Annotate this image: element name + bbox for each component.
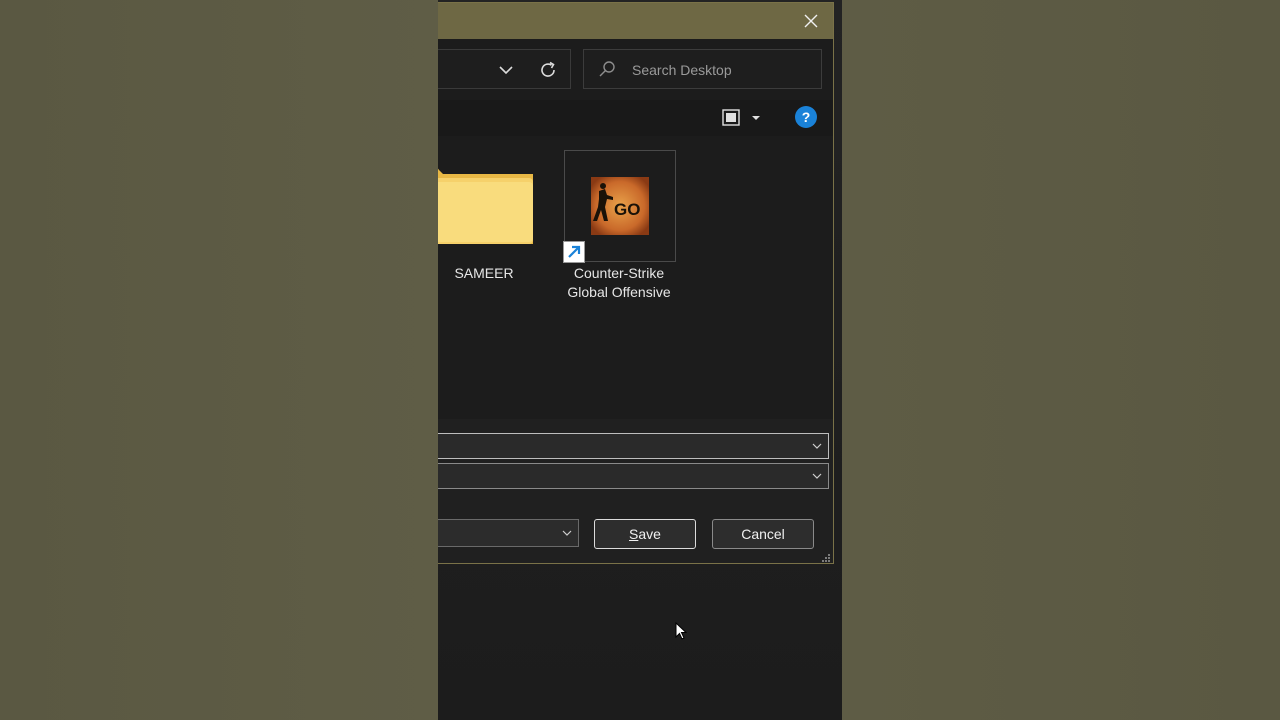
refresh-button[interactable] <box>537 59 559 81</box>
close-button[interactable] <box>799 9 823 33</box>
change-view-button[interactable] <box>721 108 765 128</box>
file-name-field[interactable] <box>438 433 829 459</box>
file-label-line2: Global Offensive <box>567 284 671 300</box>
chevron-down-icon <box>562 530 572 536</box>
encoding-select[interactable]: 3 <box>438 519 579 547</box>
csgo-badge-text: GO <box>614 200 640 219</box>
save-as-type-field[interactable] <box>438 463 829 489</box>
chevron-down-icon <box>499 66 513 75</box>
background-right <box>842 0 1280 720</box>
close-icon <box>804 14 818 28</box>
folder-icon <box>438 168 533 244</box>
search-icon <box>599 61 615 77</box>
file-item-sameer[interactable]: SAMEER <box>438 138 533 298</box>
cancel-button[interactable]: Cancel <box>712 519 814 549</box>
save-label-rest: ave <box>638 526 661 542</box>
file-label: SAMEER <box>454 265 514 281</box>
chevron-down-icon <box>812 473 822 479</box>
address-bar[interactable] <box>438 49 571 89</box>
address-dropdown-button[interactable] <box>495 59 517 81</box>
refresh-icon <box>541 61 555 77</box>
mouse-cursor-icon <box>675 622 687 640</box>
csgo-icon: GO <box>591 177 649 235</box>
help-button[interactable]: ? <box>795 106 817 128</box>
file-label: Counter-Strike Global Offensive <box>544 264 694 302</box>
save-dialog: ? SAMEER <box>438 2 834 564</box>
chevron-down-icon <box>812 443 822 449</box>
search-box[interactable] <box>583 49 822 89</box>
background-left <box>0 0 438 720</box>
file-item-counter-strike[interactable]: GO <box>563 150 676 263</box>
help-icon: ? <box>801 109 811 125</box>
file-label-line1: Counter-Strike <box>573 265 665 281</box>
view-icon <box>722 109 760 126</box>
title-bar <box>438 3 833 39</box>
save-button[interactable]: Save <box>594 519 696 549</box>
dialog-footer: 3 Save Cancel <box>438 419 833 563</box>
resize-grip-icon[interactable] <box>821 553 831 563</box>
save-accelerator: S <box>629 526 639 542</box>
shortcut-arrow-icon <box>563 241 585 263</box>
video-frame: ? SAMEER <box>438 0 842 720</box>
command-bar: ? <box>438 100 833 136</box>
file-list: SAMEER GO Counter-Strike Global Offensiv… <box>438 138 833 418</box>
search-input[interactable] <box>630 59 814 81</box>
